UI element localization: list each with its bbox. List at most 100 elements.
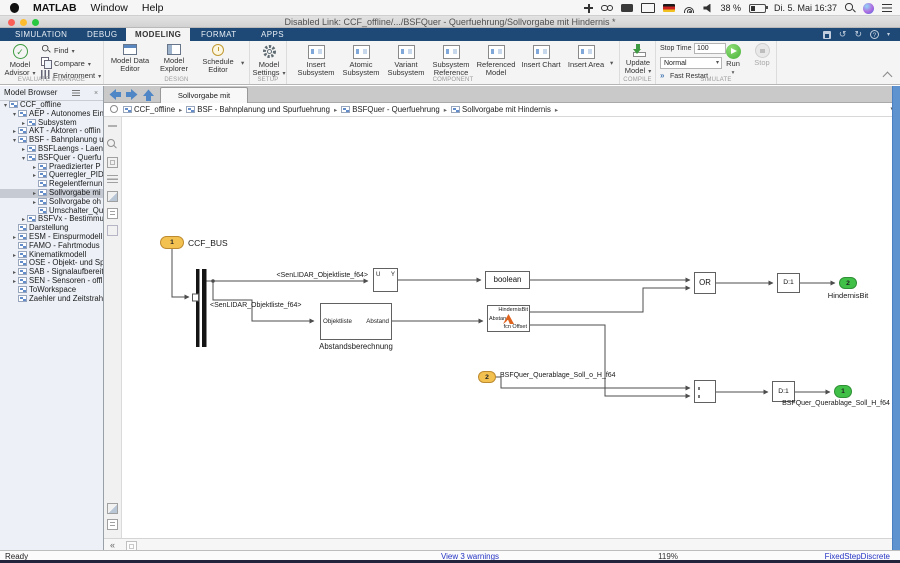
- tree-item[interactable]: FAMO - Fahrtmodus: [0, 241, 103, 251]
- annotation-image-icon[interactable]: [107, 191, 118, 202]
- find-button[interactable]: Find: [41, 44, 103, 55]
- update-model-button[interactable]: Update Model: [616, 43, 660, 79]
- compare-button[interactable]: Compare: [41, 57, 103, 69]
- matlab-function-block[interactable]: HindernisBit Abstand fcn Offset: [487, 305, 530, 332]
- legend-icon[interactable]: [107, 208, 118, 219]
- tree-item[interactable]: Regelentfernun: [0, 180, 103, 189]
- keyboard-icon[interactable]: [621, 4, 634, 12]
- tree-item[interactable]: ▾ BSF - Bahnplanung u: [0, 136, 103, 145]
- wifi-icon[interactable]: [683, 4, 695, 13]
- stop-button[interactable]: Stop: [748, 43, 776, 79]
- spotlight-search-icon[interactable]: [845, 3, 855, 13]
- fit-to-view-icon[interactable]: [107, 157, 118, 168]
- or-logic-block[interactable]: OR: [694, 272, 716, 294]
- breadcrumb-item[interactable]: BSF - Bahnplanung und Spurfuehrung: [186, 103, 341, 118]
- tree-item[interactable]: ▸ SAB - Signalaufbereit: [0, 268, 103, 277]
- tree-item[interactable]: ▸ BSFVx - Bestimmu: [0, 215, 103, 224]
- browser-close-icon[interactable]: ×: [94, 87, 98, 101]
- apple-icon[interactable]: [10, 3, 19, 13]
- area-box-icon[interactable]: [107, 225, 118, 236]
- outport-block[interactable]: 1: [834, 385, 852, 398]
- subsystem-reference-button[interactable]: Subsystem Reference: [429, 43, 473, 79]
- run-button[interactable]: Run ▾: [718, 43, 748, 79]
- quick-access-caret-icon[interactable]: ▾: [887, 31, 890, 38]
- tree-item[interactable]: OSE - Objekt- und Sp: [0, 259, 103, 268]
- tree-item[interactable]: ▸ Subsystem: [0, 118, 103, 128]
- tree-item[interactable]: ▾ BSFQuer - Querfu: [0, 153, 103, 163]
- tab-debug[interactable]: DEBUG: [78, 28, 126, 41]
- display-icon[interactable]: [641, 3, 656, 13]
- collapse-toolstrip-icon[interactable]: [884, 71, 891, 78]
- menu-window[interactable]: Window: [91, 2, 128, 14]
- outport-block[interactable]: 2: [839, 277, 857, 289]
- breadcrumb-item[interactable]: Sollvorgabe mit Hindernis: [451, 103, 562, 118]
- tab-modeling[interactable]: MODELING: [126, 28, 191, 41]
- undo-icon[interactable]: ↺: [839, 29, 847, 40]
- up-icon[interactable]: [142, 88, 155, 102]
- delay-block[interactable]: D:1: [772, 381, 795, 402]
- tree-item[interactable]: ▸ Querregler_PID: [0, 171, 103, 180]
- breadcrumb-item[interactable]: CCF_offline: [123, 103, 186, 118]
- palette-hide-handle[interactable]: [108, 125, 117, 127]
- tree-item[interactable]: ▾ CCF_offline: [0, 101, 103, 110]
- siri-icon[interactable]: [863, 2, 874, 14]
- tree-item[interactable]: ▸ Sollvorgabe oh: [0, 197, 103, 207]
- editor-tab[interactable]: Sollvorgabe mit Hindernis: [160, 87, 248, 116]
- tree-item-selected[interactable]: ▸ Sollvorgabe mi: [0, 188, 103, 198]
- redo-icon[interactable]: ↻: [854, 29, 862, 40]
- model-advisor-button[interactable]: ✓ Model Advisor: [0, 43, 40, 79]
- tree-item[interactable]: ▸ BSFLaengs - Laen: [0, 144, 103, 154]
- help-icon[interactable]: ?: [869, 30, 879, 39]
- tree-item[interactable]: ▸ ESM - Einspurmodell: [0, 232, 103, 242]
- model-explorer-button[interactable]: Model Explorer: [152, 43, 196, 79]
- inport-block[interactable]: 1: [160, 236, 184, 249]
- browser-menu-icon[interactable]: [72, 90, 80, 96]
- variant-subsystem-button[interactable]: Variant Subsystem: [384, 43, 428, 79]
- tab-simulation[interactable]: SIMULATION: [6, 28, 76, 41]
- zoom-tool-icon[interactable]: [107, 139, 118, 150]
- tree-item[interactable]: Zaehler und Zeitstrah: [0, 294, 103, 304]
- menubar-clock[interactable]: Di. 5. Mai 16:37: [774, 3, 837, 13]
- tree-item[interactable]: ▸ SEN - Sensoren - offli: [0, 276, 103, 286]
- tree-item[interactable]: ▸ AKT - Aktoren - offlin: [0, 127, 103, 136]
- referenced-model-button[interactable]: Referenced Model: [474, 43, 518, 79]
- german-flag-icon[interactable]: [663, 4, 676, 12]
- insert-chart-button[interactable]: Insert Chart: [519, 43, 563, 79]
- signal-label[interactable]: <SenLIDAR_Objektliste_f64>: [210, 302, 301, 309]
- tree-item[interactable]: ▸ Praedizierter P: [0, 162, 103, 172]
- inport-block[interactable]: 2: [478, 371, 496, 383]
- schedule-editor-button[interactable]: Schedule Editor: [196, 43, 240, 79]
- save-icon[interactable]: [822, 30, 831, 39]
- variant-legend-icon[interactable]: [107, 519, 118, 530]
- component-overflow-caret-icon[interactable]: ▾: [610, 59, 613, 67]
- model-settings-button[interactable]: Model Settings: [247, 43, 291, 79]
- menu-help[interactable]: Help: [142, 2, 164, 14]
- forward-icon[interactable]: [125, 88, 139, 101]
- tab-format[interactable]: FORMAT: [192, 28, 246, 41]
- tab-apps[interactable]: APPS: [252, 28, 293, 41]
- model-data-editor-button[interactable]: Model Data Editor: [108, 43, 152, 79]
- back-icon[interactable]: [108, 88, 122, 101]
- volume-icon[interactable]: [703, 3, 711, 13]
- delay-block[interactable]: D:1: [777, 273, 800, 293]
- sum-block[interactable]: [694, 380, 716, 403]
- tree-item[interactable]: ToWorkspace: [0, 285, 103, 295]
- run-caret-icon[interactable]: ▾: [732, 70, 735, 76]
- abstandsberechnung-block[interactable]: Objektliste Abstand: [320, 303, 392, 340]
- binoculars-icon[interactable]: [601, 4, 614, 12]
- notification-center-icon[interactable]: [882, 4, 892, 12]
- boolean-conversion-block[interactable]: boolean: [485, 271, 530, 289]
- pan-tool-icon[interactable]: [107, 175, 118, 183]
- battery-icon[interactable]: [748, 3, 768, 13]
- simulation-mode-select[interactable]: Normal: [660, 57, 722, 69]
- model-root-icon[interactable]: [110, 105, 118, 113]
- menu-app-name[interactable]: MATLAB: [33, 2, 77, 14]
- plus-icon[interactable]: [584, 3, 594, 13]
- tree-item[interactable]: Umschalter_Qu: [0, 206, 103, 216]
- selector-block[interactable]: U Y: [373, 268, 398, 292]
- insert-area-button[interactable]: Insert Area: [564, 43, 608, 79]
- signal-label[interactable]: <SenLIDAR_Objektliste_f64>: [238, 272, 368, 279]
- insert-subsystem-button[interactable]: Insert Subsystem: [294, 43, 338, 79]
- viewport-icon[interactable]: [107, 503, 118, 514]
- tree-item[interactable]: ▾ AEP - Autonomes Ein: [0, 109, 103, 119]
